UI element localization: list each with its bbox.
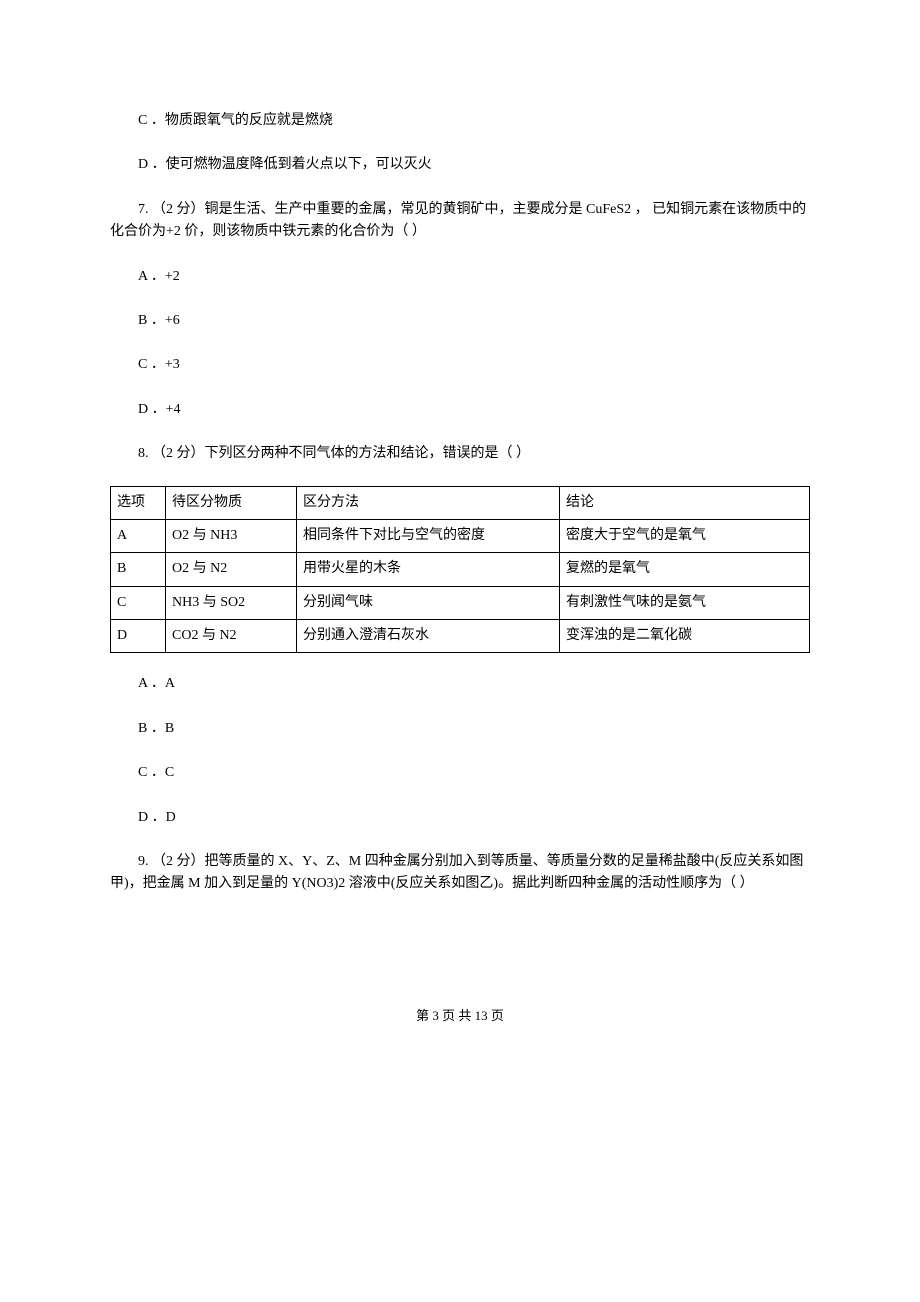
- table-header-concl: 结论: [560, 486, 810, 519]
- cell-subst: O2 与 N2: [166, 553, 297, 586]
- cell-method: 相同条件下对比与空气的密度: [297, 519, 560, 552]
- q7-option-d: D ．+4: [110, 399, 810, 421]
- page-footer: 第 3 页 共 13 页: [110, 1006, 810, 1027]
- q6-option-c: C ．物质跟氧气的反应就是燃烧: [110, 110, 810, 132]
- cell-opt: B: [111, 553, 166, 586]
- q9-stem: 9. （2 分）把等质量的 X、Y、Z、M 四种金属分别加入到等质量、等质量分数…: [110, 851, 810, 896]
- q7-stem: 7. （2 分）铜是生活、生产中重要的金属，常见的黄铜矿中，主要成分是 CuFe…: [110, 199, 810, 244]
- cell-opt: D: [111, 620, 166, 653]
- cell-subst: CO2 与 N2: [166, 620, 297, 653]
- cell-subst: O2 与 NH3: [166, 519, 297, 552]
- table-row: C NH3 与 SO2 分别闻气味 有刺激性气味的是氨气: [111, 586, 810, 619]
- table-row: B O2 与 N2 用带火星的木条 复燃的是氧气: [111, 553, 810, 586]
- cell-opt: C: [111, 586, 166, 619]
- table-header-opt: 选项: [111, 486, 166, 519]
- table-row: D CO2 与 N2 分别通入澄清石灰水 变浑浊的是二氧化碳: [111, 620, 810, 653]
- q8-stem: 8. （2 分）下列区分两种不同气体的方法和结论，错误的是（ ）: [110, 443, 810, 465]
- q8-option-c: C ．C: [110, 762, 810, 784]
- cell-concl: 复燃的是氧气: [560, 553, 810, 586]
- cell-concl: 变浑浊的是二氧化碳: [560, 620, 810, 653]
- table-header-method: 区分方法: [297, 486, 560, 519]
- q8-option-a: A ．A: [110, 673, 810, 695]
- table-header-subst: 待区分物质: [166, 486, 297, 519]
- q8-option-d: D ．D: [110, 807, 810, 829]
- cell-subst: NH3 与 SO2: [166, 586, 297, 619]
- q8-table: 选项 待区分物质 区分方法 结论 A O2 与 NH3 相同条件下对比与空气的密…: [110, 486, 810, 654]
- q8-option-b: B ．B: [110, 718, 810, 740]
- q7-option-b: B ．+6: [110, 310, 810, 332]
- q7-option-c: C ．+3: [110, 354, 810, 376]
- cell-method: 用带火星的木条: [297, 553, 560, 586]
- cell-method: 分别闻气味: [297, 586, 560, 619]
- table-row: 选项 待区分物质 区分方法 结论: [111, 486, 810, 519]
- cell-concl: 有刺激性气味的是氨气: [560, 586, 810, 619]
- q6-option-d: D ．使可燃物温度降低到着火点以下，可以灭火: [110, 154, 810, 176]
- q7-option-a: A ．+2: [110, 266, 810, 288]
- cell-method: 分别通入澄清石灰水: [297, 620, 560, 653]
- cell-opt: A: [111, 519, 166, 552]
- table-row: A O2 与 NH3 相同条件下对比与空气的密度 密度大于空气的是氧气: [111, 519, 810, 552]
- cell-concl: 密度大于空气的是氧气: [560, 519, 810, 552]
